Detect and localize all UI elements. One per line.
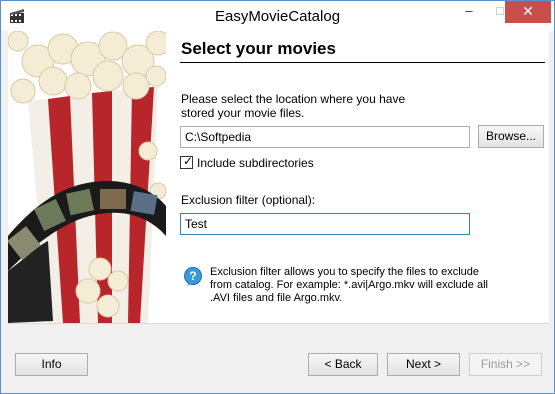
checkmark-icon: ✓ <box>183 154 194 168</box>
exclusion-help-text: Exclusion filter allows you to specify t… <box>210 266 488 304</box>
footer-separator <box>8 323 549 324</box>
exclusion-filter-label: Exclusion filter (optional): <box>181 193 316 207</box>
svg-text:?: ? <box>189 269 196 283</box>
popcorn-film-illustration <box>8 31 166 323</box>
finish-button[interactable]: Finish >> <box>469 353 542 376</box>
include-subdirectories-label[interactable]: Include subdirectories <box>197 156 314 170</box>
back-button[interactable]: < Back <box>308 353 378 376</box>
location-description: Please select the location where you hav… <box>181 92 406 120</box>
next-button[interactable]: Next > <box>387 353 460 376</box>
title-bar[interactable]: EasyMovieCatalog – □ ✕ <box>1 1 554 31</box>
minimize-button[interactable]: – <box>455 1 483 23</box>
app-window: EasyMovieCatalog – □ ✕ Select your movie… <box>0 0 555 394</box>
movie-folder-input[interactable] <box>180 126 470 148</box>
page-title: Select your movies <box>181 39 336 58</box>
checkbox-box[interactable]: ✓ <box>180 154 194 169</box>
close-button[interactable]: ✕ <box>505 1 551 23</box>
title-divider <box>180 62 545 63</box>
wizard-content: Select your movies Please select the loc… <box>8 31 549 323</box>
exclusion-filter-input[interactable] <box>180 213 470 235</box>
browse-button[interactable]: Browse... <box>478 125 544 148</box>
question-bubble-icon: ? <box>184 267 202 286</box>
info-button[interactable]: Info <box>15 353 88 376</box>
